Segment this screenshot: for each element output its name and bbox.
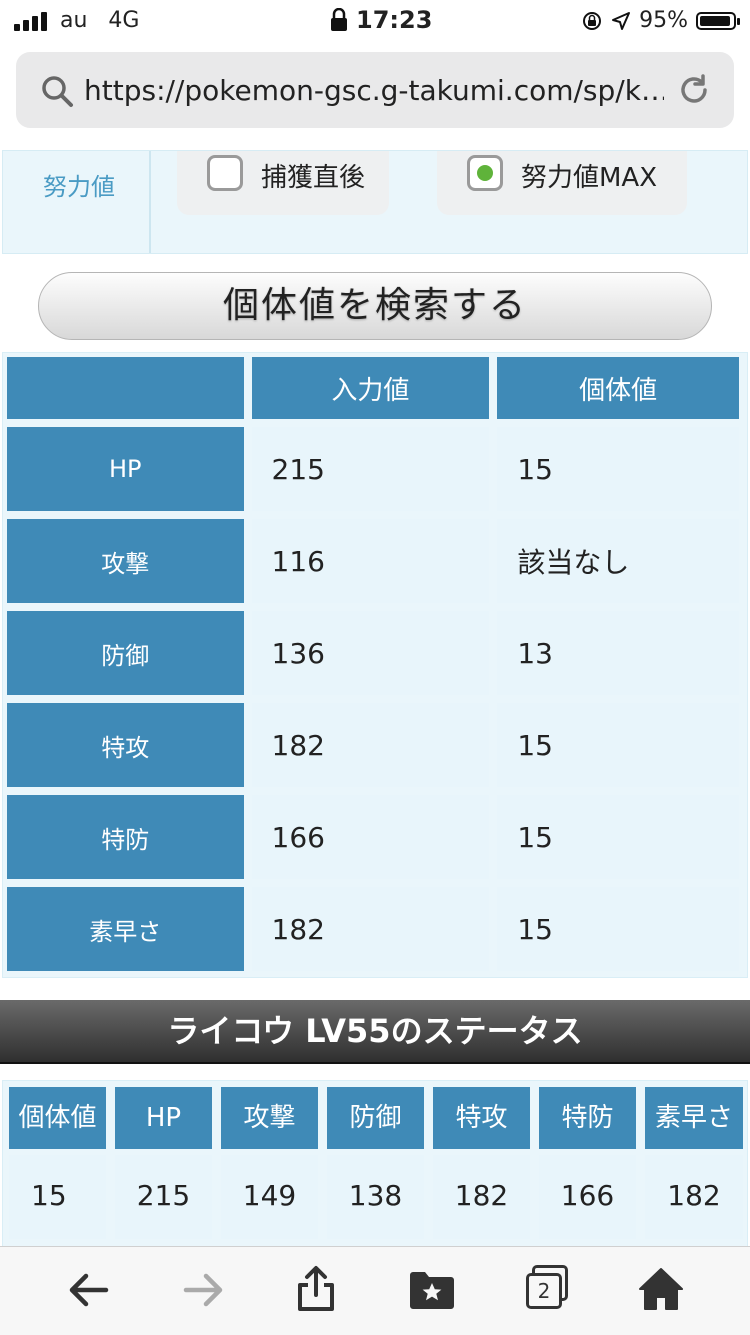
signal-icon — [14, 12, 47, 31]
status-header: 特防 — [539, 1087, 636, 1149]
row-stat: 攻撃 — [7, 519, 244, 603]
iv-result-table: 入力値 個体値 HP 215 15 攻撃 116 該当なし 防御 136 13 … — [2, 352, 748, 978]
table-row: 特防 166 15 — [7, 795, 739, 879]
row-iv: 13 — [497, 611, 739, 695]
share-icon[interactable] — [294, 1265, 338, 1313]
radio-selected-icon — [477, 165, 493, 181]
status-value: 149 — [221, 1155, 318, 1239]
status-header: 特攻 — [433, 1087, 530, 1149]
row-input: 166 — [251, 795, 490, 879]
carrier-label: au 4G — [60, 8, 139, 33]
status-value: 182 — [433, 1155, 530, 1239]
option-effort-max[interactable]: 努力値MAX — [437, 151, 687, 215]
status-header: 攻撃 — [221, 1087, 318, 1149]
clock: 17:23 — [356, 6, 433, 34]
bookmarks-icon[interactable] — [408, 1269, 456, 1311]
search-iv-button[interactable]: 個体値を検索する — [38, 272, 712, 340]
row-input: 182 — [251, 703, 490, 787]
option-captured[interactable]: 捕獲直後 — [177, 151, 389, 215]
status-header: 素早さ — [645, 1087, 743, 1149]
table-row: HP 215 15 — [7, 427, 739, 511]
header-iv: 個体値 — [497, 357, 739, 419]
header-blank — [7, 357, 244, 419]
search-icon — [42, 76, 73, 107]
network-type: 4G — [108, 8, 140, 33]
status-value: 215 — [115, 1155, 212, 1239]
forward-icon[interactable] — [180, 1267, 226, 1313]
row-input: 116 — [251, 519, 490, 603]
status-header: 防御 — [327, 1087, 424, 1149]
row-iv: 該当なし — [497, 519, 739, 603]
section-title: ライコウ LV55のステータス — [0, 1000, 750, 1064]
iv-table: 入力値 個体値 HP 215 15 攻撃 116 該当なし 防御 136 13 … — [0, 349, 747, 979]
status-bar: au 4G 17:23 95% — [0, 0, 750, 40]
row-input: 215 — [251, 427, 490, 511]
row-iv: 15 — [497, 795, 739, 879]
status-table: 個体値 HP 攻撃 防御 特攻 特防 素早さ 15 215 149 138 18… — [2, 1080, 748, 1250]
status-header: HP — [115, 1087, 212, 1149]
captured-checkbox[interactable] — [207, 155, 243, 191]
row-stat: 防御 — [7, 611, 244, 695]
tabs-icon[interactable]: 2 — [524, 1265, 572, 1313]
row-iv: 15 — [497, 703, 739, 787]
status-value: 166 — [539, 1155, 636, 1239]
effort-label: 努力値 — [43, 173, 115, 201]
status-value: 138 — [327, 1155, 424, 1239]
row-stat: 特攻 — [7, 703, 244, 787]
table-header-row: 入力値 個体値 — [7, 357, 739, 419]
status-value: 182 — [645, 1155, 743, 1239]
address-bar[interactable]: https://pokemon-gsc.g-takumi.com/sp/k… — [16, 52, 734, 128]
battery-level — [700, 15, 731, 26]
row-stat: 特防 — [7, 795, 244, 879]
row-input: 136 — [251, 611, 490, 695]
table-row: 特攻 182 15 — [7, 703, 739, 787]
location-icon — [612, 11, 631, 30]
battery-icon — [696, 11, 740, 30]
header-input: 入力値 — [251, 357, 490, 419]
status-header: 個体値 — [9, 1087, 106, 1149]
browser-toolbar: 2 — [0, 1246, 750, 1335]
status-value: 15 — [9, 1155, 106, 1239]
home-icon[interactable] — [638, 1267, 684, 1311]
lock-icon — [331, 8, 347, 31]
tab-count: 2 — [526, 1273, 562, 1309]
row-input: 182 — [251, 887, 490, 971]
row-iv: 15 — [497, 887, 739, 971]
table-row: 素早さ 182 15 — [7, 887, 739, 971]
carrier-name: au — [60, 8, 88, 33]
row-iv: 15 — [497, 427, 739, 511]
table-row: 防御 136 13 — [7, 611, 739, 695]
option-captured-label: 捕獲直後 — [261, 163, 366, 193]
effort-label-cell: 努力値 — [3, 151, 151, 253]
effort-max-radio[interactable] — [467, 155, 503, 191]
option-effort-max-label: 努力値MAX — [521, 163, 658, 193]
back-icon[interactable] — [66, 1267, 112, 1313]
reload-icon[interactable] — [676, 72, 712, 108]
table-row: 攻撃 116 該当なし — [7, 519, 739, 603]
orientation-lock-icon — [583, 11, 602, 30]
row-stat: HP — [7, 427, 244, 511]
effort-values-panel: 努力値 捕獲直後 努力値MAX — [2, 150, 748, 254]
row-stat: 素早さ — [7, 887, 244, 971]
url-text[interactable]: https://pokemon-gsc.g-takumi.com/sp/k… — [84, 74, 664, 107]
battery-percent: 95% — [639, 8, 688, 33]
